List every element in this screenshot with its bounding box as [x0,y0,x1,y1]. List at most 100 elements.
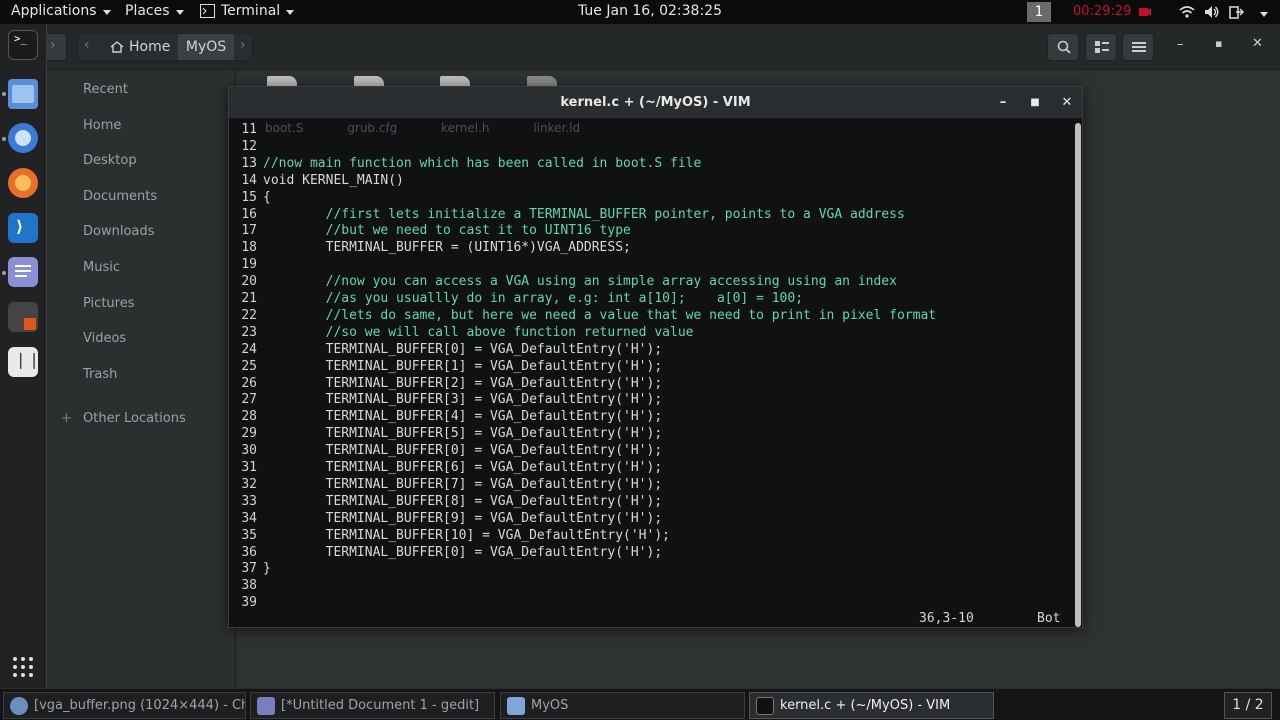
line-number: 23 [241,324,257,340]
grid-view-icon [1095,41,1109,53]
vscode-icon: ⟩ [16,217,24,236]
sidebar-item-label: Documents [83,189,158,204]
code-line: TERMINAL_BUFFER[1] = VGA_DefaultEntry('H… [263,358,663,374]
sidebar-item-downloads[interactable]: Downloads [47,220,236,244]
menu-button[interactable] [1122,33,1154,61]
dock-gedit[interactable] [8,257,38,287]
line-number: 33 [241,493,257,509]
power-icon[interactable] [1228,4,1244,20]
show-applications-button[interactable] [12,656,34,682]
code-comment-line: //now main function which has been calle… [263,155,702,171]
ghost-file-labels: boot.S grub.cfg kernel.h linker.ld [265,121,580,135]
plus-icon: + [61,411,72,426]
line-number: 37 [241,561,257,577]
breadcrumb-current[interactable]: MyOS [178,34,234,60]
view-toggle-button[interactable] [1085,33,1117,61]
minimize-icon[interactable]: – [1177,37,1184,52]
sidebar-item-label: Desktop [83,153,137,168]
search-button[interactable] [1047,33,1079,61]
sidebar-item-label: Trash [83,367,118,382]
line-number: 15 [241,189,257,205]
minimize-icon[interactable]: – [995,95,1011,111]
workspace-indicator[interactable]: 1 [1027,2,1051,22]
applications-menu[interactable]: Applications [11,3,111,19]
maximize-icon[interactable]: ▪ [1215,37,1222,50]
dock-chrome[interactable] [8,123,38,153]
code-line: TERMINAL_BUFFER[6] = VGA_DefaultEntry('H… [263,460,663,475]
sidebar-item-trash[interactable]: Trash [47,363,236,387]
sidebar-item-other-locations[interactable]: + Other Locations [47,407,236,431]
terminal-menu-label: Terminal [221,3,281,19]
line-number: 31 [241,460,257,475]
terminal-icon [200,4,215,18]
maximize-icon[interactable]: ■ [1027,95,1043,111]
screen-record-icon[interactable] [1138,5,1152,19]
sidebar-item-label: Other Locations [83,411,186,426]
terminal-icon: >_ [14,32,28,45]
dock-help[interactable]: ❘❘ [8,347,41,377]
breadcrumb-home[interactable]: Home [102,34,178,60]
terminal-app-menu[interactable]: Terminal [200,3,295,19]
line-number: 22 [241,307,257,323]
sidebar-item-desktop[interactable]: Desktop [47,149,236,173]
task-files[interactable]: MyOS [500,692,745,719]
volume-icon[interactable] [1204,5,1220,19]
task-vim[interactable]: kernel.c + (~/MyOS) - VIM [749,692,994,719]
line-number: 11 [241,122,257,137]
clock[interactable]: Tue Jan 16, 02:38:25 [578,3,722,19]
line-number: 19 [241,257,257,273]
applications-label: Applications [11,3,97,19]
sidebar-item-label: Videos [83,331,127,346]
places-label: Places [125,3,170,19]
system-menu-chevron-icon[interactable] [1260,12,1268,17]
sidebar-item-videos[interactable]: Videos [47,327,236,351]
book-icon: ❘❘ [14,350,41,369]
dock-terminal[interactable]: >_ [8,30,38,60]
vim-editor[interactable]: boot.S grub.cfg kernel.h linker.ld 11 12 1… [229,119,1075,627]
gedit-icon [257,697,275,715]
code-comment-line: //now you can access a VGA using an simp… [263,274,897,290]
breadcrumb-home-label: Home [129,39,171,55]
vim-titlebar[interactable]: kernel.c + (~/MyOS) - VIM – ■ ✕ [229,87,1082,119]
chevron-right-icon[interactable]: › [240,37,246,53]
app-grid-icon [13,657,33,677]
task-label: MyOS [531,698,569,713]
code-line: TERMINAL_BUFFER[9] = VGA_DefaultEntry('H… [263,510,663,526]
code-line: TERMINAL_BUFFER[3] = VGA_DefaultEntry('H… [263,392,663,408]
files-sidebar: Recent Home Desktop Documents Downloads … [47,70,236,688]
dock-calculator[interactable] [8,302,38,332]
sidebar-item-recent[interactable]: Recent [47,78,236,102]
close-icon[interactable]: ✕ [1252,36,1263,51]
code-line: } [263,561,271,577]
sidebar-item-documents[interactable]: Documents [47,185,236,209]
code-line: { [263,189,271,205]
task-chrome[interactable]: [vga_buffer.png (1024×444) - Chr... [3,692,246,719]
places-menu[interactable]: Places [125,3,184,19]
sidebar-item-pictures[interactable]: Pictures [47,292,236,316]
terminal-icon [756,697,774,715]
chevron-left-icon[interactable]: ‹ [84,37,90,53]
hamburger-icon [1132,42,1146,52]
wifi-icon[interactable] [1179,5,1195,19]
line-number: 13 [241,155,257,171]
sidebar-item-home[interactable]: Home [47,114,236,138]
sidebar-item-music[interactable]: Music [47,256,236,280]
workspace-pager[interactable]: 1 / 2 [1224,692,1272,719]
code-comment-line: //first lets initialize a TERMINAL_BUFFE… [263,206,905,222]
dock-files[interactable] [8,79,38,109]
line-number: 20 [241,274,257,290]
ghost-file-label: boot.S [265,121,304,135]
running-indicator [2,137,6,141]
scroll-position: Bot [1037,611,1061,626]
close-icon[interactable]: ✕ [1059,95,1075,111]
text-editor-icon [15,265,31,267]
dock-firefox[interactable] [8,168,38,198]
line-number: 32 [241,476,257,492]
line-number: 35 [241,527,257,543]
line-number: 26 [241,375,257,391]
chevron-down-icon [286,9,295,15]
dock-vscode[interactable]: ⟩ [8,213,38,243]
line-number: 36 [241,544,257,560]
task-gedit[interactable]: [*Untitled Document 1 - gedit] [250,692,495,719]
vim-scrollbar[interactable] [1075,123,1081,627]
